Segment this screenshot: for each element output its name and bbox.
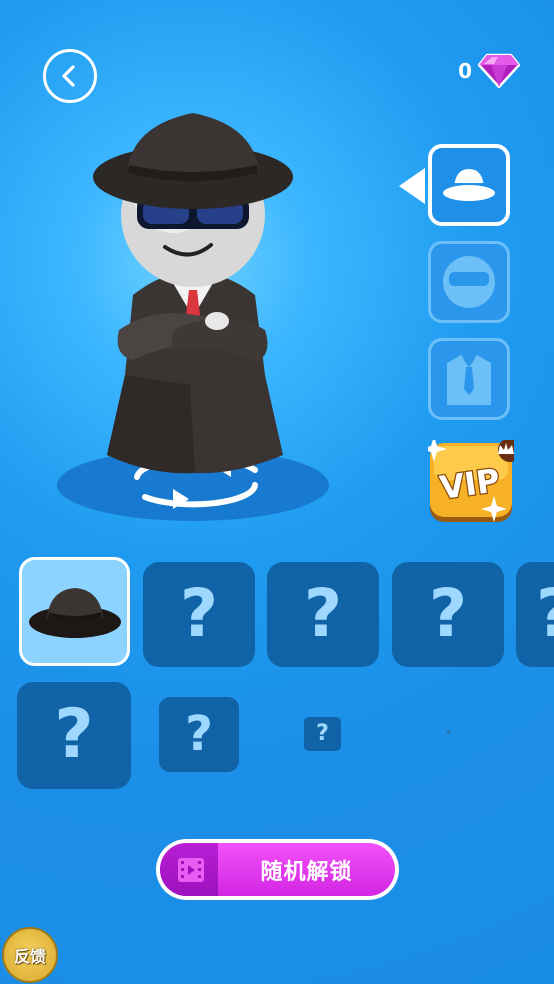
item-slot-locked[interactable]: ? bbox=[267, 562, 379, 667]
item-slot-selected[interactable] bbox=[19, 557, 130, 666]
item-slot-locked[interactable]: ? bbox=[516, 562, 554, 667]
fedora-hat bbox=[93, 113, 293, 209]
item-slot-locked[interactable]: ? bbox=[143, 562, 255, 667]
item-slot-appearing bbox=[447, 731, 450, 734]
back-button[interactable] bbox=[43, 49, 97, 103]
locked-question-mark: ? bbox=[316, 721, 329, 746]
suit-tie-icon bbox=[447, 355, 491, 405]
film-video-icon bbox=[178, 858, 204, 882]
purple-gem-icon bbox=[478, 53, 520, 89]
tab-suit[interactable] bbox=[428, 338, 510, 420]
locked-question-mark: ? bbox=[179, 574, 219, 652]
gem-counter: 0 bbox=[458, 53, 520, 89]
hat-icon bbox=[443, 169, 495, 201]
face-glasses-icon bbox=[443, 256, 495, 308]
random-unlock-body: 随机解锁 bbox=[160, 843, 395, 896]
locked-question-mark: ? bbox=[303, 574, 343, 652]
random-unlock-label: 随机解锁 bbox=[260, 859, 353, 885]
item-slot-locked[interactable]: ? bbox=[159, 697, 239, 772]
locked-question-mark: ? bbox=[428, 574, 468, 652]
character-coat bbox=[107, 272, 283, 474]
gem-count: 0 bbox=[458, 59, 472, 83]
video-ad-section bbox=[160, 843, 218, 896]
feedback-button[interactable]: 反馈 bbox=[2, 927, 58, 983]
locked-question-mark: ? bbox=[54, 694, 94, 774]
vip-button[interactable]: VIP bbox=[428, 440, 514, 524]
locked-question-mark: ? bbox=[536, 574, 554, 651]
item-slot-locked[interactable]: ? bbox=[304, 717, 341, 751]
black-fedora-hat-icon bbox=[29, 588, 121, 638]
random-unlock-button[interactable]: 随机解锁 bbox=[156, 839, 399, 900]
item-slot-locked[interactable]: ? bbox=[17, 682, 131, 789]
item-slot-locked[interactable]: ? bbox=[392, 562, 504, 667]
tab-hat[interactable] bbox=[428, 144, 510, 226]
character-preview[interactable] bbox=[55, 105, 340, 525]
feedback-label: 反馈 bbox=[13, 947, 46, 966]
tab-glasses[interactable] bbox=[428, 241, 510, 323]
locked-question-mark: ? bbox=[185, 705, 213, 762]
selected-pointer bbox=[399, 168, 425, 204]
chevron-left-icon bbox=[62, 65, 75, 87]
